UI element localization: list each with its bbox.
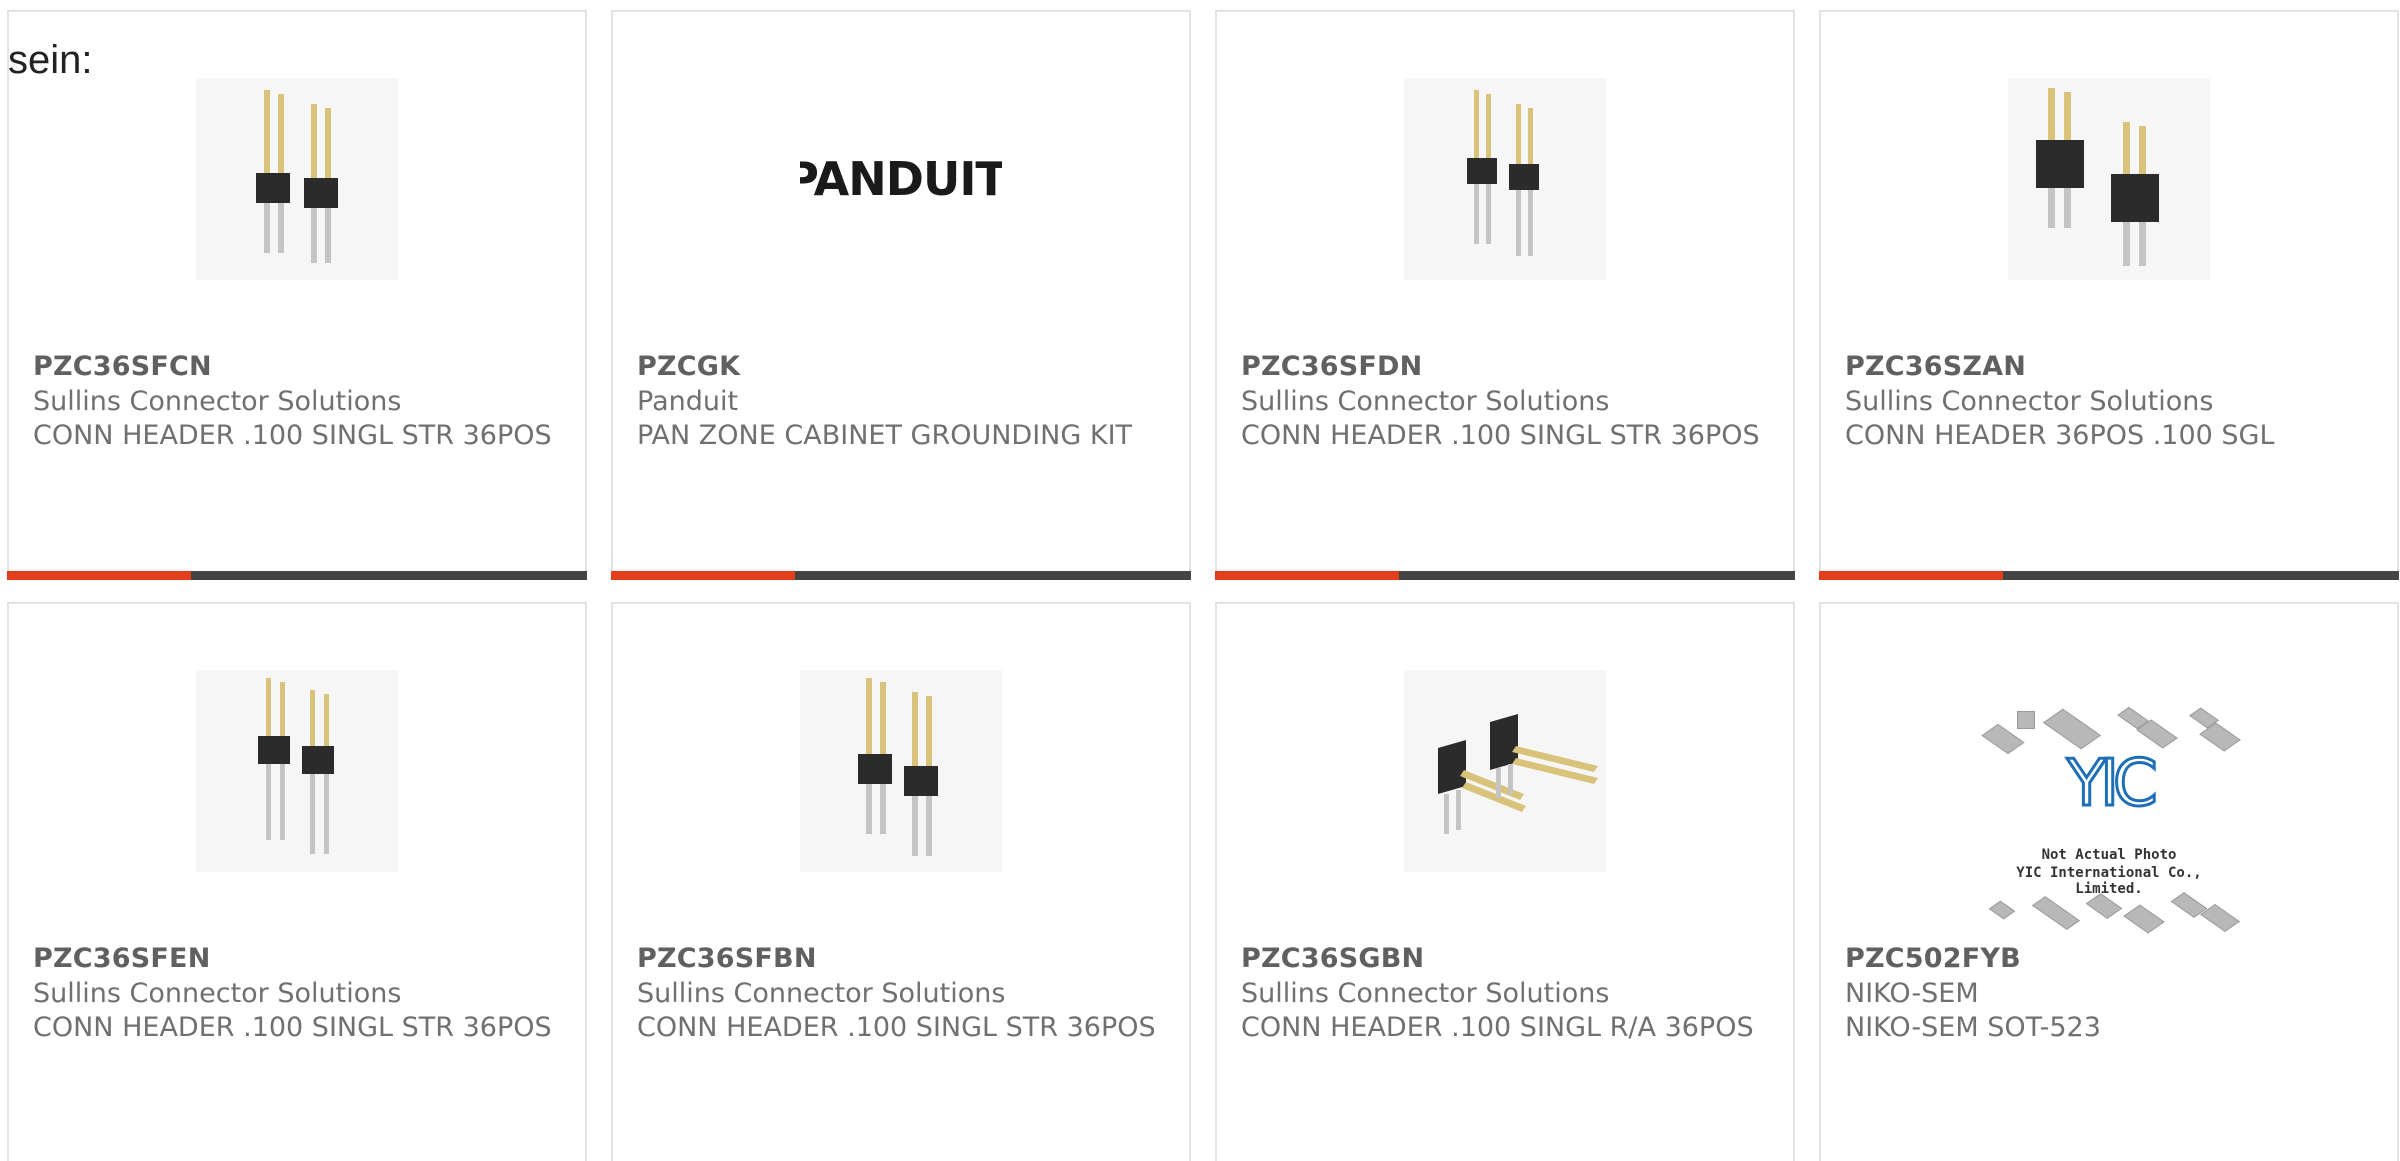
product-image[interactable] [2008, 78, 2210, 280]
yic-placeholder-icon: YIC Not Actual Photo YIC International C… [1979, 695, 2241, 935]
product-image[interactable] [1404, 670, 1606, 872]
product-image[interactable] [196, 78, 398, 280]
description: CONN HEADER .100 SINGL R/A 36POS [1241, 1012, 1754, 1043]
straight-pin-header-icon [256, 90, 338, 263]
card-bottom-bar [611, 571, 1191, 580]
manufacturer: Sullins Connector Solutions [1241, 386, 1610, 417]
manufacturer: Sullins Connector Solutions [1241, 978, 1610, 1009]
product-card[interactable]: PZC36SGBN Sullins Connector Solutions CO… [1215, 602, 1795, 1161]
product-image[interactable]: PANDUIT® [800, 78, 1002, 280]
product-card[interactable]: PZC36SFDN Sullins Connector Solutions CO… [1215, 10, 1795, 580]
product-card[interactable]: PZC36SZAN Sullins Connector Solutions CO… [1819, 10, 2399, 580]
product-card[interactable]: PZC36SFCN Sullins Connector Solutions CO… [7, 10, 587, 580]
part-number[interactable]: PZC36SFBN [637, 943, 817, 974]
straight-pin-header-icon [1467, 90, 1539, 256]
card-accent-bar [1819, 571, 2003, 580]
part-number[interactable]: PZC36SGBN [1241, 943, 1424, 974]
manufacturer: NIKO-SEM [1845, 978, 1979, 1009]
part-number[interactable]: PZCGK [637, 351, 740, 382]
panduit-logo: PANDUIT® [800, 152, 1002, 206]
description: CONN HEADER 36POS .100 SGL [1845, 420, 2275, 451]
part-number[interactable]: PZC36SZAN [1845, 351, 2026, 382]
part-number[interactable]: PZC36SFCN [33, 351, 212, 382]
description: CONN HEADER .100 SINGL STR 36POS [33, 1012, 552, 1043]
product-card[interactable]: PZC36SFBN Sullins Connector Solutions CO… [611, 602, 1191, 1161]
straight-pin-header-icon [2036, 88, 2159, 266]
product-grid: PZC36SFCN Sullins Connector Solutions CO… [7, 10, 2400, 1161]
part-number[interactable]: PZC36SFEN [33, 943, 211, 974]
card-bottom-bar [7, 571, 587, 580]
manufacturer: Sullins Connector Solutions [33, 386, 402, 417]
straight-pin-header-icon [258, 678, 334, 854]
placeholder-company: YIC International Co., Limited. [2016, 865, 2202, 897]
manufacturer: Sullins Connector Solutions [33, 978, 402, 1009]
straight-pin-header-icon [858, 678, 938, 856]
description: NIKO-SEM SOT-523 [1845, 1012, 2101, 1043]
product-image[interactable]: YIC Not Actual Photo YIC International C… [1974, 690, 2244, 940]
manufacturer: Sullins Connector Solutions [1845, 386, 2214, 417]
product-card[interactable]: PANDUIT® PZCGK Panduit PAN ZONE CABINET … [611, 10, 1191, 580]
yic-logo: YIC [2066, 746, 2160, 823]
card-accent-bar [1215, 571, 1399, 580]
right-angle-pin-header-icon [1438, 714, 1598, 834]
card-accent-bar [7, 571, 191, 580]
product-image[interactable] [800, 670, 1002, 872]
card-accent-bar [611, 571, 795, 580]
manufacturer: Panduit [637, 386, 739, 417]
product-image[interactable] [196, 670, 398, 872]
description: CONN HEADER .100 SINGL STR 36POS [33, 420, 552, 451]
description: CONN HEADER .100 SINGL STR 36POS [637, 1012, 1156, 1043]
manufacturer: Sullins Connector Solutions [637, 978, 1006, 1009]
part-number[interactable]: PZC502FYB [1845, 943, 2021, 974]
product-grid-page: sein: PZC36SFCN Sullins Connector Soluti… [0, 0, 2400, 1161]
card-bottom-bar [1215, 571, 1795, 580]
product-image[interactable] [1404, 78, 1606, 280]
card-bottom-bar [1819, 571, 2399, 580]
description: CONN HEADER .100 SINGL STR 36POS [1241, 420, 1760, 451]
product-card[interactable]: YIC Not Actual Photo YIC International C… [1819, 602, 2399, 1161]
placeholder-note: Not Actual Photo [2041, 847, 2177, 863]
lead-text: sein: [8, 38, 93, 82]
product-card[interactable]: PZC36SFEN Sullins Connector Solutions CO… [7, 602, 587, 1161]
description: PAN ZONE CABINET GROUNDING KIT [637, 420, 1133, 451]
part-number[interactable]: PZC36SFDN [1241, 351, 1422, 382]
